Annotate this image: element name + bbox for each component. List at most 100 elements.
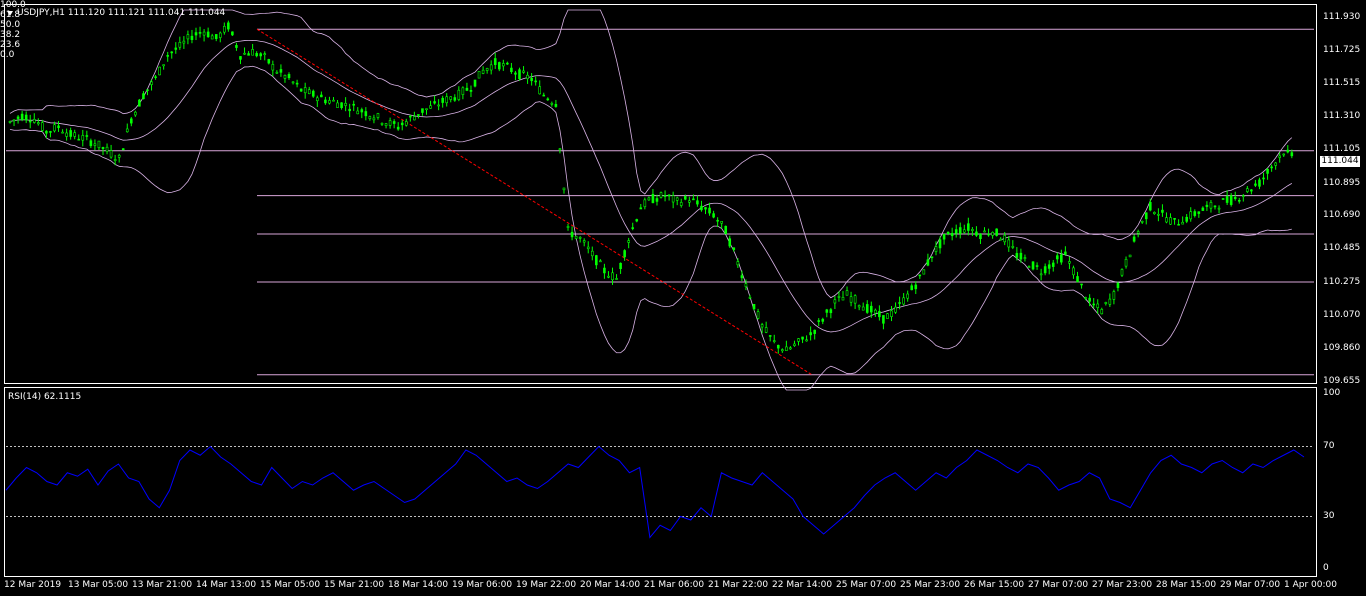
collapse-triangle-icon[interactable] [7,11,13,16]
candle-body [142,93,145,100]
candle-body [663,195,667,197]
candle-body [409,115,412,118]
candle-body [1157,213,1160,216]
candle-body [760,324,764,328]
candle-body [958,227,962,234]
candle-body [950,233,954,237]
candle-body [570,231,574,238]
candle-body [1031,261,1035,270]
candle-body [1072,267,1075,276]
candle-body [1153,212,1156,215]
candle-body [89,140,93,147]
time-tick-label: 20 Mar 14:00 [580,580,641,590]
candle-body [239,56,242,60]
candle-body [1019,252,1023,260]
time-tick-label: 19 Mar 22:00 [516,580,577,590]
candle-body [623,250,626,258]
time-tick-label: 29 Mar 07:00 [1220,580,1281,590]
candle-body [841,297,845,301]
candle-body [413,116,416,121]
candle-body [457,89,461,100]
candle-body [1015,253,1019,258]
candle-body [158,66,161,76]
candle-body [566,226,570,228]
candle-body [914,284,918,290]
candle-body [1205,204,1209,207]
candle-body [619,262,622,270]
candle-body [603,267,606,274]
time-tick-label: 25 Mar 23:00 [900,580,961,590]
rsi-layer [5,445,1314,539]
candle-body [227,22,230,30]
candle-body [886,313,889,319]
candle-body [546,98,550,101]
candle-body [518,69,521,80]
price-tick-label: 109.655 [1323,376,1361,386]
price-tick-label: 111.930 [1323,12,1361,22]
candle-body [469,90,473,92]
candle-body [861,306,865,311]
candle-body [291,81,295,84]
candle-body [356,110,360,115]
candle-body [781,349,784,352]
candle-body [174,47,178,50]
candle-body [368,116,372,119]
candle-body [1201,207,1205,211]
candle-body [639,207,643,210]
candle-body [182,40,186,44]
candle-body [316,97,319,102]
candle-body [332,99,335,102]
candle-body [324,99,327,104]
candle-body [400,122,404,126]
candle-body [1169,217,1172,225]
candle-body [16,116,20,119]
candle-body [716,219,719,222]
price-tick-label: 111.105 [1323,144,1361,154]
bollinger-upper-line [9,9,1293,299]
candle-body [125,128,129,133]
price-tick-label: 110.275 [1323,276,1361,287]
candle-body [1209,202,1213,209]
candle-body [372,117,376,121]
candle-body [105,146,109,152]
time-tick-label: 21 Mar 06:00 [644,580,705,590]
candle-body [223,26,226,33]
rsi-tick-label: 30 [1323,510,1335,521]
candle-body [1290,152,1294,157]
candle-body [364,111,368,117]
rsi-header: RSI(14) 62.1115 [8,392,82,402]
candle-body [194,32,198,36]
candle-body [336,102,339,108]
candle-body [453,97,457,101]
candle-body [643,199,647,208]
candle-body [772,340,776,342]
price-tick-label: 111.515 [1323,78,1361,89]
candle-body [283,75,287,79]
candle-body [12,119,16,122]
candle-body [954,229,958,234]
candle-body [611,272,614,281]
candle-body [1136,231,1140,234]
candle-body [340,102,343,109]
candle-body [247,53,250,56]
candle-body [77,138,81,141]
candle-body [918,274,922,277]
candle-body [255,53,258,57]
candle-body [1003,235,1007,243]
candle-body [764,327,768,333]
candle-body [874,309,877,314]
candle-body [117,154,121,158]
candle-body [493,58,497,65]
candle-body [295,82,299,85]
candle-body [210,35,214,40]
candle-body [987,233,990,236]
candle-body [991,232,994,236]
candle-body [259,53,263,57]
current-price-label: 111.044 [1320,156,1360,167]
candle-body [1027,266,1031,268]
time-tick-label: 12 Mar 2019 [4,580,62,590]
candle-body [510,67,513,72]
candle-body [962,229,966,233]
candle-body [1108,298,1112,305]
candle-body [263,53,267,55]
